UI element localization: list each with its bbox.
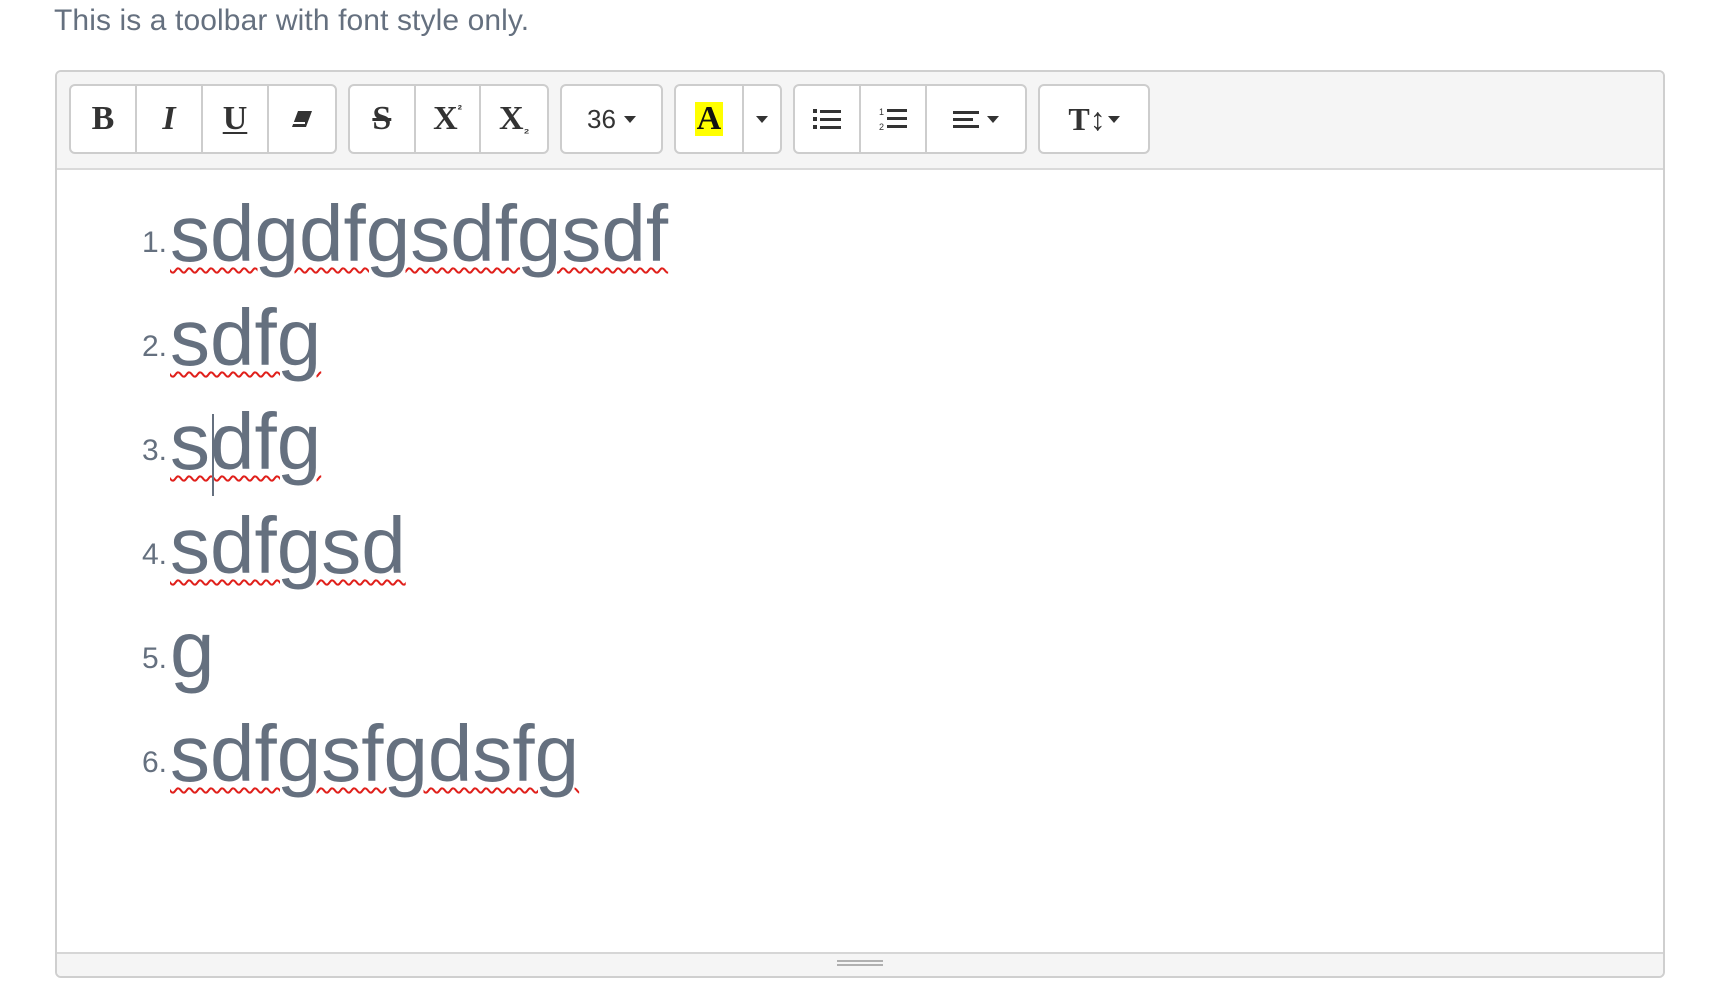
paragraph-group: 1 2 xyxy=(793,84,1027,154)
subscript-base: X xyxy=(499,100,524,137)
line-height-group: T↕ xyxy=(1038,84,1150,154)
editor-content[interactable]: 1. sdgdfgsdfgsdf 2. sdfg 3. sdfg 4. sdfg… xyxy=(57,170,1663,952)
list-item-text: sdfgsd xyxy=(170,501,406,590)
numbered-list-icon: 1 2 xyxy=(879,107,907,132)
clear-format-button[interactable] xyxy=(269,86,335,152)
svg-text:1: 1 xyxy=(879,107,884,117)
superscript-mark: ² xyxy=(457,102,462,117)
list-item-number: 5. xyxy=(141,642,167,675)
rich-text-editor: B I U S X ² X ₂ 36 A 1 2 T↕ 1. sdgdfgsdf… xyxy=(55,70,1665,978)
italic-button[interactable]: I xyxy=(137,86,203,152)
list-item-text: g xyxy=(170,605,215,694)
subscript-button[interactable]: X ₂ xyxy=(481,86,547,152)
page-heading: This is a toolbar with font style only. xyxy=(54,4,530,37)
list-item-number: 4. xyxy=(141,538,167,571)
underline-button[interactable]: U xyxy=(203,86,269,152)
superscript-icon: X ² xyxy=(433,100,462,138)
list-item-number: 3. xyxy=(141,434,167,467)
text-cursor xyxy=(212,414,214,496)
editor-statusbar xyxy=(57,952,1663,976)
list-item-text: sdfgsfgdsfg xyxy=(170,709,580,798)
superscript-button[interactable]: X ² xyxy=(416,86,482,152)
bullet-list-icon xyxy=(812,109,841,129)
list-item: 2. sdfg xyxy=(57,284,1663,384)
highlight-color-button[interactable]: A xyxy=(676,86,744,152)
subscript-mark: ₂ xyxy=(523,121,530,136)
font-size-dropdown[interactable]: 36 xyxy=(562,86,661,152)
list-item-number: 2. xyxy=(141,330,167,363)
font-size-value: 36 xyxy=(587,103,616,134)
bold-button[interactable]: B xyxy=(71,86,137,152)
resize-handle[interactable] xyxy=(837,960,883,968)
chevron-down-icon xyxy=(755,115,768,123)
highlight-icon: A xyxy=(694,100,724,137)
strikethrough-button[interactable]: S xyxy=(350,86,416,152)
list-item-number: 6. xyxy=(141,746,167,779)
list-item-text: sdgdfgsdfgsdf xyxy=(170,189,669,278)
italic-icon: I xyxy=(162,100,176,137)
bullet-list-button[interactable] xyxy=(795,86,861,152)
chevron-down-icon xyxy=(986,115,999,123)
font-size-group: 36 xyxy=(560,84,663,154)
superscript-base: X xyxy=(433,100,458,137)
highlight-color-dropdown[interactable] xyxy=(744,86,780,152)
underline-icon: U xyxy=(222,100,248,137)
subscript-icon: X ₂ xyxy=(499,100,529,138)
alignment-dropdown[interactable] xyxy=(927,86,1025,152)
bold-icon: B xyxy=(91,100,115,137)
chevron-down-icon xyxy=(1107,115,1120,123)
line-height-dropdown[interactable]: T↕ xyxy=(1040,86,1148,152)
list-item: 4. sdfgsd xyxy=(57,492,1663,592)
list-item: 1. sdgdfgsdfgsdf xyxy=(57,180,1663,280)
editor-toolbar: B I U S X ² X ₂ 36 A 1 2 T↕ xyxy=(57,72,1663,170)
list-item: 5. g xyxy=(57,596,1663,696)
list-item: 3. sdfg xyxy=(57,388,1663,488)
highlight-color-group: A xyxy=(674,84,782,154)
font-style-group: B I U xyxy=(69,84,337,154)
align-left-icon xyxy=(952,111,979,128)
svg-text:2: 2 xyxy=(879,122,884,132)
text-effects-group: S X ² X ₂ xyxy=(348,84,549,154)
list-item-text: sdfg xyxy=(170,397,322,486)
numbered-list-button[interactable]: 1 2 xyxy=(861,86,927,152)
line-height-icon: T↕ xyxy=(1068,100,1106,137)
list-item-text: sdfg xyxy=(170,293,322,382)
eraser-icon xyxy=(291,111,312,127)
chevron-down-icon xyxy=(623,115,636,123)
strikethrough-icon: S xyxy=(372,100,392,137)
list-item: 6. sdfgsfgdsfg xyxy=(57,700,1663,800)
list-item-number: 1. xyxy=(141,226,167,259)
